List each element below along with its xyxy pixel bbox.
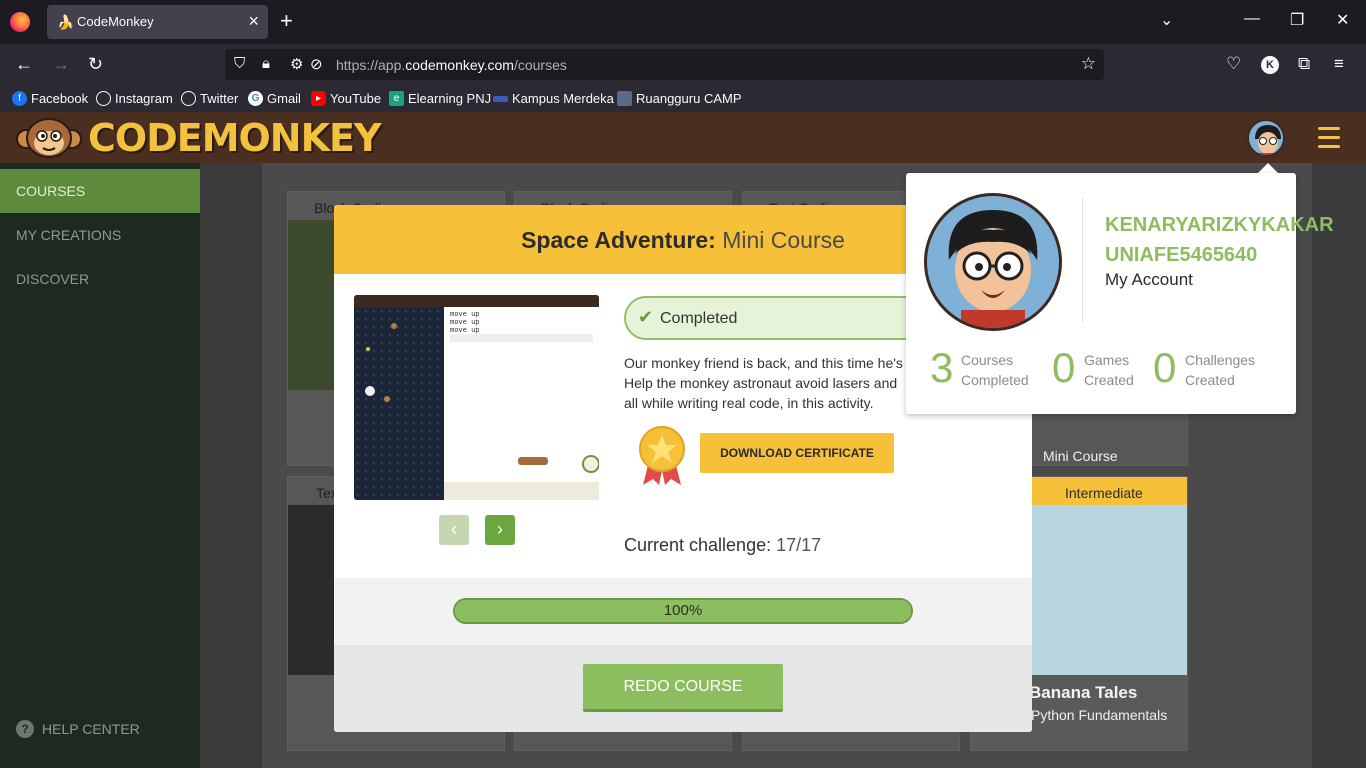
account-dropdown: KENARYARIZKYKAKARUNIAFE5465640 My Accoun… [906, 173, 1334, 414]
permissions-icon[interactable]: ⚙ [290, 55, 303, 73]
profile-icon[interactable]: K [1261, 56, 1279, 74]
browser-nav-bar: ← → ↻ ⛉ 🔒︎ ⚙ ⊘ https://app.codemonkey.co… [0, 44, 1366, 86]
sidebar-item-discover[interactable]: DISCOVER [0, 257, 200, 301]
monkey-logo-icon[interactable] [16, 117, 82, 159]
close-window-icon[interactable]: ✕ [1336, 10, 1349, 30]
bookmark-facebook[interactable]: f Facebook [12, 91, 88, 106]
user-avatar[interactable] [1247, 119, 1285, 157]
command-buttons [444, 482, 599, 500]
hamburger-menu-icon[interactable] [1318, 127, 1340, 149]
new-tab-icon[interactable]: + [280, 8, 293, 34]
banana-icon: 🍌 [57, 14, 75, 30]
download-certificate-button[interactable]: DOWNLOAD CERTIFICATE [700, 433, 894, 473]
avatar-face-icon [948, 210, 1038, 328]
my-account-link[interactable]: My Account [1105, 270, 1193, 290]
shield-icon[interactable]: ⛉ [234, 55, 245, 72]
redo-course-button[interactable]: REDO COURSE [583, 664, 783, 712]
kampus-merdeka-icon [493, 95, 508, 102]
extensions-icon[interactable]: ⧉ [1298, 54, 1310, 74]
back-icon[interactable]: ← [15, 54, 33, 75]
pocket-icon[interactable]: ♡ [1226, 54, 1241, 74]
bookmark-kampus-merdeka[interactable]: Kampus Merdeka [493, 91, 614, 106]
bookmark-gmail[interactable]: G Gmail [248, 91, 301, 106]
firefox-icon[interactable] [10, 12, 30, 32]
browser-tab-bar: 🍌 CodeMonkey × + ⌄ — ❐ ✕ [0, 0, 1366, 44]
bookmark-instagram[interactable]: Instagram [96, 91, 173, 106]
app-header: CODEMONKEY [0, 112, 1366, 163]
browser-tab[interactable]: 🍌 CodeMonkey × [47, 5, 268, 39]
close-tab-icon[interactable]: × [248, 11, 259, 32]
space-scene-icon [365, 323, 397, 402]
medal-icon [639, 426, 685, 485]
course-progress-bar: 100% [453, 598, 913, 624]
bookmark-star-icon[interactable]: ☆ [1081, 54, 1096, 74]
sidebar: COURSES MY CREATIONS DISCOVER ? HELP CEN… [0, 163, 200, 768]
bookmark-elearning[interactable]: e Elearning PNJ [389, 91, 491, 106]
next-image-button[interactable]: › [485, 515, 515, 545]
help-center-link[interactable]: ? HELP CENTER [16, 720, 140, 738]
sidebar-item-courses[interactable]: COURSES [0, 169, 200, 213]
url-bar[interactable]: ⛉ 🔒︎ ⚙ ⊘ https://app.codemonkey.com/cour… [225, 49, 1104, 80]
tracking-off-icon[interactable]: ⊘ [310, 55, 323, 73]
codemonkey-logo-text[interactable]: CODEMONKEY [88, 116, 382, 160]
play-icon [582, 455, 599, 473]
progress-text: 100% [663, 602, 703, 619]
sidebar-item-my-creations[interactable]: MY CREATIONS [0, 213, 200, 257]
bookmark-twitter[interactable]: Twitter [181, 91, 238, 106]
course-preview-image: move up move up move up [354, 295, 599, 500]
youtube-icon: ▸ [311, 91, 326, 106]
facebook-icon: f [12, 91, 27, 106]
monkey-arm-icon [518, 457, 548, 465]
lock-icon[interactable]: 🔒︎ [262, 55, 270, 72]
account-avatar[interactable] [924, 193, 1062, 331]
bookmark-youtube[interactable]: ▸ YouTube [311, 91, 381, 106]
current-challenge: Current challenge: 17/17 [624, 535, 822, 555]
url-text[interactable]: https://app.codemonkey.com/courses [336, 57, 567, 73]
checkmark-icon: ✔ [638, 307, 654, 327]
ruangguru-icon [617, 91, 632, 106]
tab-list-icon[interactable]: ⌄ [1160, 10, 1173, 30]
game-area [354, 307, 444, 500]
forward-icon[interactable]: → [52, 54, 70, 75]
globe-icon [96, 91, 111, 106]
code-editor: move up move up move up [444, 307, 599, 482]
course-description: Our monkey friend is back, and this time… [624, 355, 903, 411]
minimize-icon[interactable]: — [1244, 10, 1260, 28]
previous-image-button[interactable]: ‹ [439, 515, 469, 545]
globe-icon [181, 91, 196, 106]
dropdown-caret [1258, 163, 1278, 173]
google-icon: G [248, 91, 263, 106]
tab-title: CodeMonkey [77, 14, 154, 29]
account-username: KENARYARIZKYKAKARUNIAFE5465640 [1105, 214, 1334, 266]
completed-status: ✔ Completed [624, 296, 924, 340]
elearning-icon: e [389, 91, 404, 106]
bookmarks-bar: f Facebook Instagram Twitter G Gmail ▸ YouT… [0, 86, 1366, 112]
question-icon: ? [16, 720, 34, 738]
menu-icon[interactable]: ≡ [1334, 54, 1344, 74]
reload-icon[interactable]: ↻ [88, 54, 103, 75]
bookmark-ruangguru[interactable]: Ruangguru CAMP [617, 91, 742, 106]
restore-icon[interactable]: ❐ [1290, 10, 1304, 30]
